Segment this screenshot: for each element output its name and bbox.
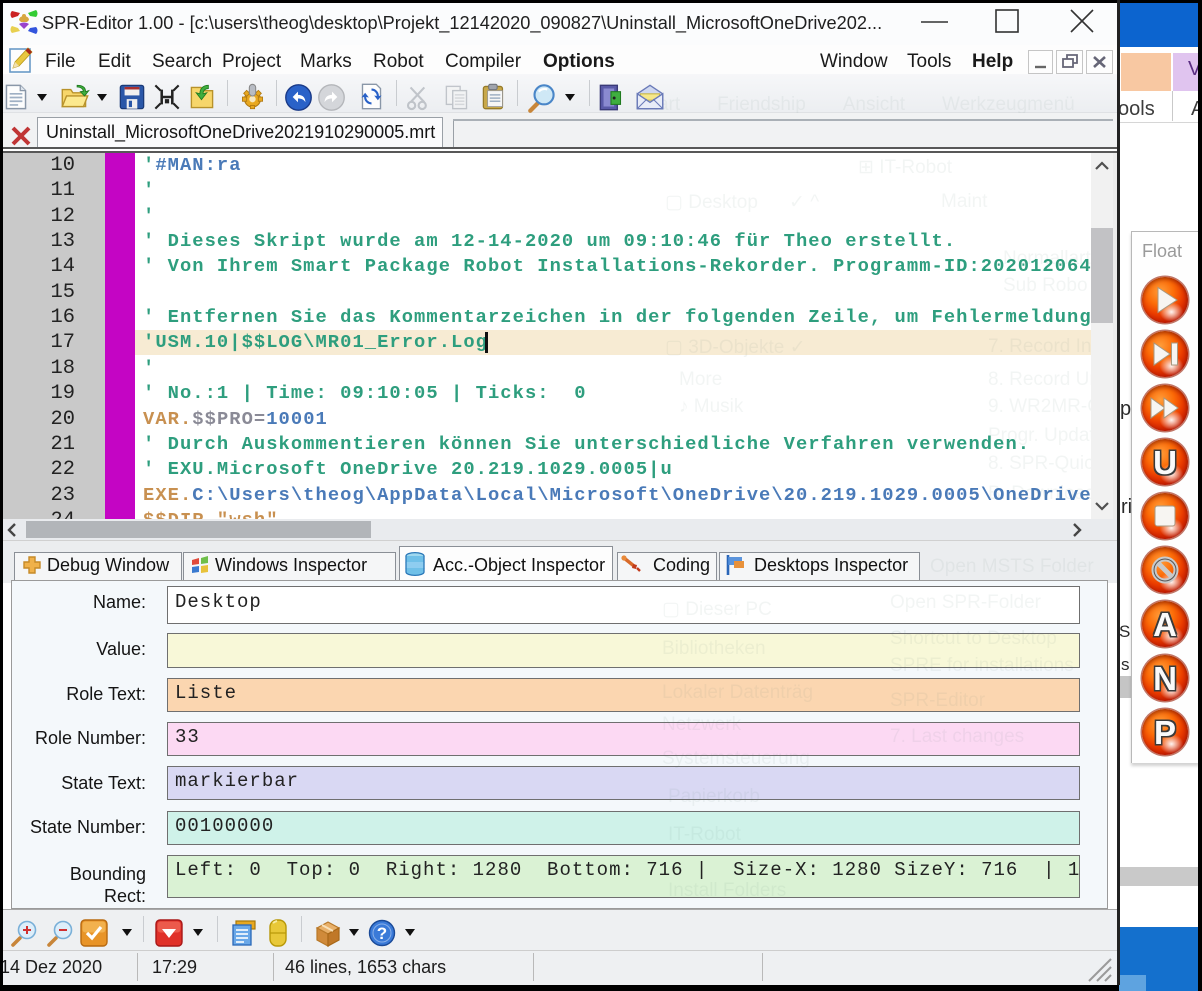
svg-text:?: ? xyxy=(377,924,387,943)
